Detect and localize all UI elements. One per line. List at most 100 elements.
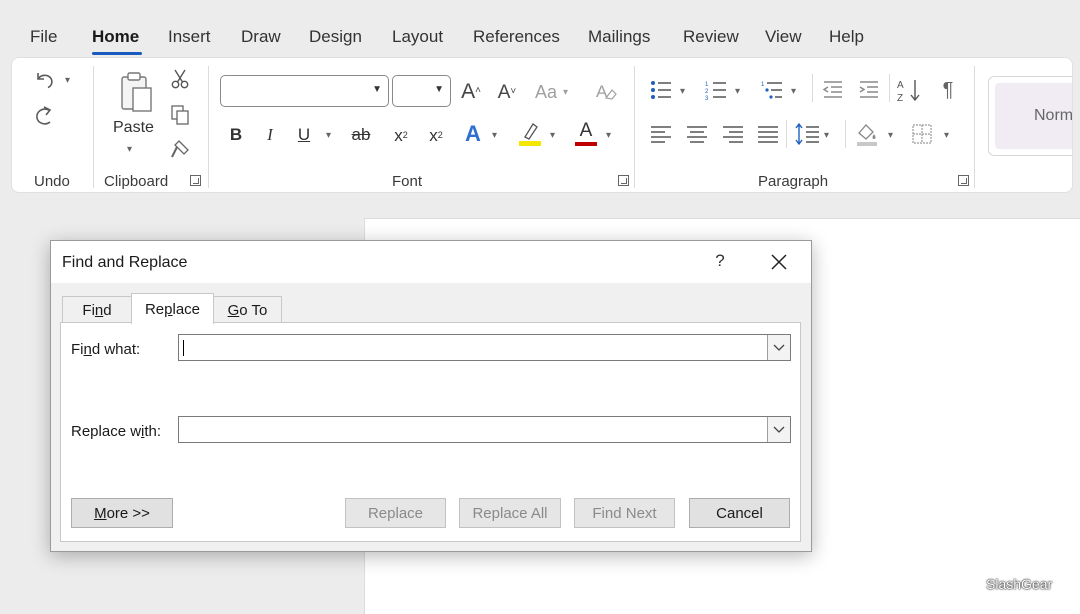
multilevel-list-icon[interactable]: 1 (760, 78, 784, 102)
font-color-button[interactable]: A (573, 118, 599, 148)
separator (812, 74, 813, 102)
chevron-down-icon: ▼ (372, 84, 382, 95)
svg-text:2: 2 (705, 89, 709, 95)
find-what-label: Find what: (71, 341, 141, 358)
tab-replace[interactable]: Re p lace (131, 293, 214, 324)
replace-button[interactable]: Replace (345, 498, 446, 528)
svg-text:1: 1 (705, 82, 709, 88)
more-button[interactable]: More >> (71, 498, 173, 528)
align-center-icon[interactable] (685, 122, 709, 146)
shading-dropdown-icon[interactable]: ▾ (888, 130, 893, 141)
italic-button[interactable]: I (260, 122, 280, 146)
replace-all-button[interactable]: Replace All (459, 498, 561, 528)
format-painter-icon[interactable] (169, 138, 191, 160)
tab-layout[interactable]: Layout (392, 27, 443, 47)
text-effects-dropdown-icon[interactable]: ▾ (492, 130, 497, 141)
numbering-dropdown-icon[interactable]: ▾ (735, 86, 740, 97)
bullets-dropdown-icon[interactable]: ▾ (680, 86, 685, 97)
align-left-icon[interactable] (649, 122, 673, 146)
font-name-combo[interactable]: ▼ (220, 75, 389, 107)
tab-insert[interactable]: Insert (168, 27, 211, 47)
tab-references[interactable]: References (473, 27, 560, 47)
superscript-button[interactable]: x2 (424, 122, 448, 148)
replace-with-input[interactable] (178, 416, 791, 443)
cut-icon[interactable] (169, 68, 191, 90)
menu-bar: File Home Insert Draw Design Layout Refe… (0, 0, 1080, 58)
highlight-icon[interactable] (517, 120, 543, 148)
justify-icon[interactable] (756, 122, 780, 146)
font-launcher-icon[interactable] (618, 175, 629, 186)
help-button[interactable]: ? (709, 251, 731, 273)
text-effects-button[interactable]: A (461, 120, 485, 148)
group-separator (634, 66, 635, 188)
paragraph-launcher-icon[interactable] (958, 175, 969, 186)
find-history-dropdown[interactable] (767, 335, 790, 360)
tab-mailings[interactable]: Mailings (588, 27, 650, 47)
group-separator (974, 66, 975, 188)
sort-icon[interactable]: AZ (896, 76, 922, 104)
undo-dropdown-icon[interactable]: ▾ (65, 75, 70, 86)
svg-text:A: A (897, 80, 904, 91)
font-color-dropdown-icon[interactable]: ▾ (606, 130, 611, 141)
bullets-icon[interactable] (649, 78, 673, 102)
shrink-font-icon[interactable]: A ˅ (494, 80, 520, 104)
change-case-dropdown-icon[interactable]: ▾ (563, 87, 568, 98)
multilevel-dropdown-icon[interactable]: ▾ (791, 86, 796, 97)
align-right-icon[interactable] (721, 122, 745, 146)
show-formatting-marks-icon[interactable]: ¶ (936, 78, 960, 102)
replace-with-label: Replace with: (71, 423, 162, 440)
change-case-icon[interactable]: Aa (532, 80, 560, 104)
svg-text:1: 1 (761, 82, 765, 88)
paste-dropdown-icon[interactable]: ▾ (127, 144, 132, 155)
tab-find[interactable]: Fi n d (62, 296, 132, 324)
paste-button[interactable]: Paste (113, 119, 154, 137)
separator (889, 74, 890, 102)
line-spacing-dropdown-icon[interactable]: ▾ (824, 130, 829, 141)
numbering-icon[interactable]: 123 (704, 78, 728, 102)
underline-dropdown-icon[interactable]: ▾ (326, 130, 331, 141)
highlight-dropdown-icon[interactable]: ▾ (550, 130, 555, 141)
font-size-combo[interactable]: ▼ (392, 75, 451, 107)
close-button[interactable] (764, 247, 794, 277)
tab-review[interactable]: Review (683, 27, 739, 47)
group-separator (208, 66, 209, 188)
text-cursor (183, 340, 184, 356)
subscript-button[interactable]: x2 (389, 122, 413, 148)
tab-home[interactable]: Home (92, 27, 139, 47)
tab-file[interactable]: File (30, 27, 57, 47)
clear-formatting-icon[interactable]: A (594, 78, 618, 104)
copy-icon[interactable] (169, 104, 191, 126)
cancel-button[interactable]: Cancel (689, 498, 790, 528)
group-label-font: Font (392, 173, 423, 190)
paste-icon[interactable] (113, 70, 159, 116)
strikethrough-button[interactable]: ab (348, 122, 374, 146)
clipboard-launcher-icon[interactable] (190, 175, 201, 186)
borders-dropdown-icon[interactable]: ▾ (944, 130, 949, 141)
tab-view[interactable]: View (765, 27, 802, 47)
underline-button[interactable]: U (294, 122, 314, 146)
tab-goto[interactable]: Go To (213, 296, 282, 324)
separator (845, 120, 846, 148)
undo-icon[interactable] (32, 68, 56, 92)
font-color-swatch (575, 141, 597, 146)
tab-design[interactable]: Design (309, 27, 362, 47)
replace-history-dropdown[interactable] (767, 417, 790, 442)
tab-help[interactable]: Help (829, 27, 864, 47)
shading-icon[interactable] (854, 120, 880, 148)
chevron-down-icon (773, 426, 785, 433)
decrease-indent-icon[interactable] (821, 78, 845, 102)
svg-text:Z: Z (897, 93, 903, 103)
bold-button[interactable]: B (226, 122, 246, 146)
dialog-titlebar[interactable]: Find and Replace ? (51, 241, 811, 283)
tab-draw[interactable]: Draw (241, 27, 281, 47)
redo-icon[interactable] (32, 104, 56, 128)
styles-gallery[interactable]: Norm (988, 76, 1073, 156)
style-normal-label: Norm (1034, 107, 1073, 124)
line-spacing-icon[interactable] (793, 120, 821, 148)
borders-icon[interactable] (910, 122, 934, 146)
grow-font-icon[interactable]: A ˄ (458, 78, 484, 104)
find-next-button[interactable]: Find Next (574, 498, 675, 528)
separator (786, 120, 787, 148)
increase-indent-icon[interactable] (857, 78, 881, 102)
find-what-input[interactable] (178, 334, 791, 361)
